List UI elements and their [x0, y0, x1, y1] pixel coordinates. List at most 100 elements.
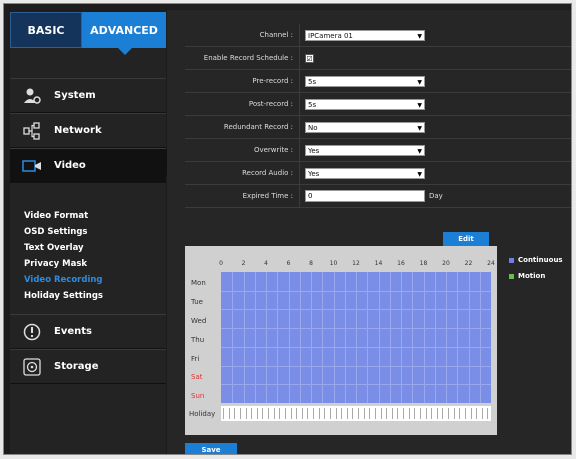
- grid-line: [221, 346, 491, 348]
- chevron-down-icon: ▼: [417, 32, 422, 40]
- holiday-cell-divider: [245, 408, 247, 419]
- schedule-grid[interactable]: [221, 272, 491, 403]
- day-label-holiday: Holiday: [189, 410, 216, 418]
- legend-motion: Motion: [509, 272, 545, 280]
- hour-label: 22: [464, 260, 473, 267]
- enable-schedule-checkbox[interactable]: ☑: [305, 53, 314, 63]
- chevron-down-icon: ▼: [417, 170, 422, 178]
- save-button[interactable]: Save: [185, 443, 237, 454]
- holiday-cell-divider: [453, 408, 455, 419]
- sidebar-item-label: System: [54, 90, 96, 101]
- holiday-cell-divider: [301, 408, 303, 419]
- row-expired-time: Expired Time : 0 Day: [185, 185, 571, 208]
- row-overwrite: Overwrite : Yes ▼: [185, 139, 571, 162]
- redundant-label: Redundant Record :: [185, 116, 300, 138]
- sidebar-item-label: Video: [54, 160, 86, 171]
- motion-swatch: [509, 273, 514, 279]
- holiday-cell-divider: [369, 408, 371, 419]
- channel-select[interactable]: IPCamera 01 ▼: [305, 29, 425, 41]
- record-audio-select[interactable]: Yes ▼: [305, 167, 425, 179]
- hour-label: 4: [264, 260, 268, 267]
- holiday-cell-divider: [363, 408, 365, 419]
- legend-motion-label: Motion: [518, 272, 546, 280]
- prerecord-value: 5s: [308, 77, 317, 86]
- postrecord-select[interactable]: 5s ▼: [305, 98, 425, 110]
- submenu-privacy-mask[interactable]: Privacy Mask: [24, 256, 103, 272]
- submenu-text-overlay[interactable]: Text Overlay: [24, 240, 103, 256]
- continuous-swatch: [509, 257, 514, 263]
- expired-time-label: Expired Time :: [185, 185, 300, 207]
- holiday-cell-divider: [459, 408, 461, 419]
- legend-continuous-label: Continuous: [518, 256, 563, 264]
- alert-icon: [22, 323, 42, 341]
- submenu-video-format[interactable]: Video Format: [24, 208, 103, 224]
- prerecord-label: Pre-record :: [185, 70, 300, 92]
- holiday-cell-divider: [262, 408, 264, 419]
- holiday-cell-divider: [380, 408, 382, 419]
- submenu-holiday-settings[interactable]: Holiday Settings: [24, 288, 103, 304]
- holiday-cell-divider: [374, 408, 376, 419]
- holiday-cell-divider: [256, 408, 258, 419]
- day-label-sun: Sun: [191, 392, 205, 400]
- holiday-cell-divider: [448, 408, 449, 419]
- grid-line: [221, 309, 491, 311]
- holiday-cell-divider: [234, 408, 236, 419]
- hour-label: 14: [374, 260, 383, 267]
- record-audio-label: Record Audio :: [185, 162, 300, 184]
- holiday-cell-divider: [442, 408, 444, 419]
- sidebar-item-storage[interactable]: Storage: [10, 349, 166, 384]
- submenu-osd-settings[interactable]: OSD Settings: [24, 224, 103, 240]
- holiday-cell-divider: [346, 408, 348, 419]
- hour-label: 24: [487, 260, 495, 267]
- enable-schedule-label: Enable Record Schedule :: [185, 47, 300, 69]
- sidebar-item-system[interactable]: System: [10, 78, 166, 113]
- prerecord-select[interactable]: 5s ▼: [305, 75, 425, 87]
- overwrite-value: Yes: [308, 146, 320, 155]
- hour-label: 10: [329, 260, 338, 267]
- holiday-cell-divider: [284, 408, 286, 419]
- holiday-schedule-row[interactable]: [221, 406, 491, 421]
- hour-label: 12: [352, 260, 360, 267]
- video-camera-icon: [22, 157, 42, 175]
- holiday-cell-divider: [307, 408, 309, 419]
- chevron-down-icon: ▼: [417, 101, 422, 109]
- hour-label: 0: [219, 260, 223, 267]
- edit-button[interactable]: Edit: [443, 232, 489, 246]
- record-audio-value: Yes: [308, 169, 320, 178]
- sidebar-item-events[interactable]: Events: [10, 314, 166, 349]
- row-redundant: Redundant Record : No ▼: [185, 116, 571, 139]
- holiday-cell-divider: [481, 408, 483, 419]
- holiday-cell-divider: [431, 408, 433, 419]
- recording-settings-form: Channel : IPCamera 01 ▼ Enable Record Sch…: [185, 24, 571, 208]
- day-label-fri: Fri: [191, 355, 200, 363]
- holiday-cell-divider: [279, 408, 281, 419]
- legend-continuous: Continuous: [509, 256, 563, 264]
- redundant-select[interactable]: No ▼: [305, 121, 425, 133]
- holiday-cell-divider: [341, 408, 343, 419]
- sidebar-item-label: Storage: [54, 361, 99, 372]
- video-submenu: Video Format OSD Settings Text Overlay P…: [24, 208, 103, 304]
- expired-time-input[interactable]: 0: [305, 190, 425, 202]
- grid-line: [221, 384, 491, 386]
- tab-advanced[interactable]: ADVANCED: [82, 12, 166, 55]
- sidebar-item-video[interactable]: Video: [10, 148, 166, 183]
- submenu-video-recording[interactable]: Video Recording: [24, 272, 103, 288]
- tab-basic[interactable]: BASIC: [10, 12, 82, 48]
- holiday-cell-divider: [414, 408, 416, 419]
- holiday-cell-divider: [419, 408, 421, 419]
- hour-label: 2: [241, 260, 246, 267]
- hour-label: 16: [397, 260, 405, 267]
- holiday-cell-divider: [470, 408, 472, 419]
- overwrite-select[interactable]: Yes ▼: [305, 144, 425, 156]
- content-panel: Channel : IPCamera 01 ▼ Enable Record Sch…: [167, 10, 571, 454]
- holiday-cell-divider: [386, 408, 388, 419]
- chevron-down-icon: ▼: [417, 147, 422, 155]
- holiday-cell-divider: [408, 408, 410, 419]
- grid-line: [221, 290, 491, 292]
- hour-label: 20: [442, 260, 450, 267]
- user-gear-icon: [22, 87, 42, 105]
- hour-label: 8: [309, 260, 313, 267]
- mode-tabs: BASIC ADVANCED: [10, 12, 166, 55]
- holiday-cell-divider: [296, 408, 298, 419]
- sidebar-item-network[interactable]: Network: [10, 113, 166, 148]
